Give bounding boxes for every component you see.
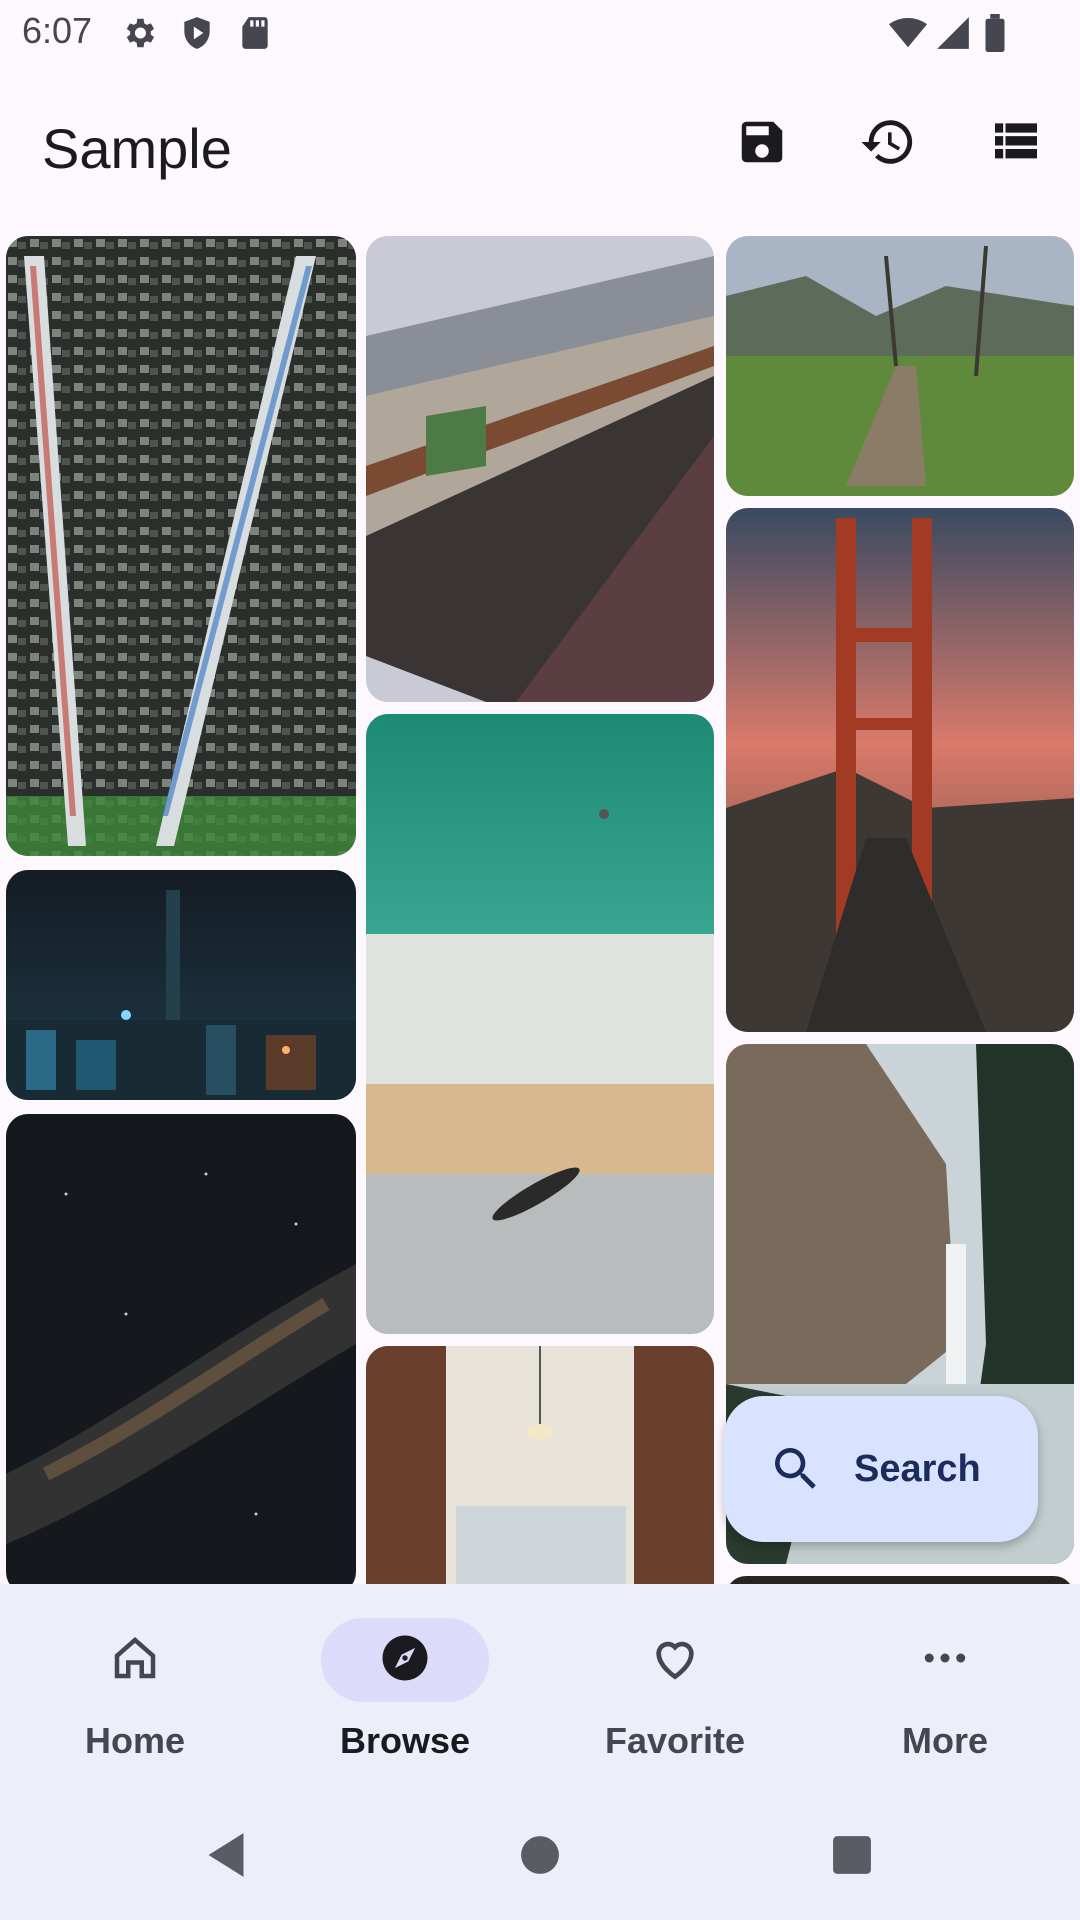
photo-library[interactable]	[366, 1346, 714, 1584]
photo-grid[interactable]	[0, 234, 1080, 1584]
nav-item-favorite[interactable]: Favorite	[540, 1584, 810, 1792]
shield-icon	[178, 14, 216, 57]
recents-square-icon	[831, 1834, 873, 1881]
search-fab-label: Search	[854, 1447, 981, 1490]
back-button[interactable]	[186, 1822, 266, 1892]
status-time: 6:07	[22, 10, 93, 51]
nav-label-browse: Browse	[339, 1720, 471, 1761]
search-fab[interactable]: Search	[724, 1396, 1038, 1542]
nav-pill-home	[51, 1618, 219, 1702]
view-list-button[interactable]	[976, 104, 1056, 184]
nav-pill-browse	[321, 1618, 489, 1702]
photo-railway-platform[interactable]	[366, 236, 714, 702]
heart-icon	[647, 1630, 703, 1691]
home-system-button[interactable]	[500, 1822, 580, 1892]
nav-item-home[interactable]: Home	[0, 1584, 270, 1792]
history-icon	[859, 113, 917, 176]
cell-signal-icon	[934, 14, 972, 57]
search-icon	[768, 1441, 824, 1497]
save-icon	[735, 115, 789, 174]
bottom-navigation: Home Browse Favorite More	[0, 1584, 1080, 1792]
sd-card-icon	[236, 14, 274, 57]
photo-golden-gate-bridge[interactable]	[726, 508, 1074, 1032]
more-horizontal-icon	[918, 1631, 972, 1690]
home-circle-icon	[519, 1834, 561, 1881]
nav-label-more: More	[901, 1720, 988, 1761]
page-title: Sample	[42, 117, 232, 180]
save-button[interactable]	[722, 104, 802, 184]
nav-label-home: Home	[84, 1720, 186, 1761]
system-navigation-bar	[0, 1792, 1080, 1920]
view-list-icon	[988, 114, 1044, 175]
nav-pill-more	[861, 1618, 1029, 1702]
compass-icon	[378, 1631, 432, 1690]
photo-milky-way[interactable]	[6, 1114, 356, 1584]
history-button[interactable]	[848, 104, 928, 184]
photo-countryside-path[interactable]	[726, 236, 1074, 496]
back-triangle-icon	[204, 1831, 248, 1884]
battery-icon	[982, 14, 1008, 57]
photo-server-rack[interactable]	[6, 236, 356, 856]
nav-item-more[interactable]: More	[810, 1584, 1080, 1792]
top-app-bar: Sample	[0, 64, 1080, 234]
photo-beach-aerial[interactable]	[366, 714, 714, 1334]
gear-icon	[120, 14, 158, 57]
wifi-icon	[888, 14, 928, 57]
photo-city-night[interactable]	[6, 870, 356, 1100]
status-bar: 6:07	[0, 0, 1080, 64]
photo-partial-next[interactable]	[726, 1576, 1074, 1584]
home-icon	[108, 1631, 162, 1690]
recents-button[interactable]	[812, 1822, 892, 1892]
nav-label-favorite: Favorite	[604, 1720, 746, 1761]
nav-pill-favorite	[591, 1618, 759, 1702]
nav-item-browse[interactable]: Browse	[270, 1584, 540, 1792]
